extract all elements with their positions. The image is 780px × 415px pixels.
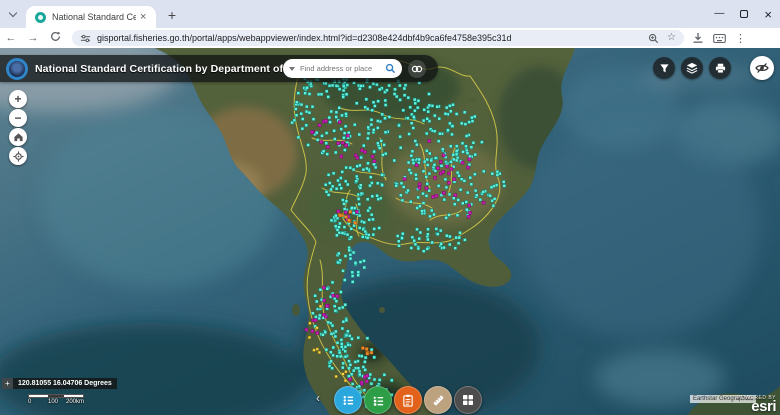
island-samui — [379, 307, 385, 313]
layers-icon — [686, 62, 698, 74]
my-location-button[interactable] — [9, 147, 27, 165]
coordinate-readout: + 120.81055 16.04706 Degrees — [2, 378, 117, 389]
esri-logo: Powered by esri — [737, 395, 776, 414]
share-link-button[interactable] — [408, 60, 426, 78]
tab-title: National Standard Certification — [52, 12, 136, 22]
printer-icon — [715, 63, 726, 74]
scale-label: 0 — [28, 399, 31, 405]
measurement-button[interactable] — [424, 386, 452, 414]
toolbar-right-icons: ⋮ — [692, 32, 746, 45]
legend-list-icon — [342, 394, 355, 407]
link-icon — [411, 65, 423, 73]
url-text[interactable]: gisportal.fisheries.go.th/portal/apps/we… — [97, 33, 648, 43]
reload-icon — [50, 31, 61, 42]
browser-menu-kebab-icon[interactable]: ⋮ — [735, 32, 746, 45]
zoom-page-icon[interactable] — [648, 33, 659, 44]
bookmark-star-icon[interactable]: ☆ — [667, 33, 676, 43]
home-icon — [13, 132, 24, 142]
widget-dock — [334, 386, 482, 414]
locate-crosshair-icon — [13, 151, 24, 162]
forward-button[interactable]: → — [22, 32, 44, 44]
map-stage: National Standard Certification by Depar… — [0, 48, 780, 415]
scale-segment — [64, 395, 83, 397]
tab-close-icon[interactable]: × — [140, 12, 146, 23]
browser-tab[interactable]: National Standard Certification × — [26, 6, 156, 28]
chevron-down-icon — [9, 9, 17, 17]
scale-segment — [29, 395, 48, 397]
eye-slash-icon — [755, 62, 769, 74]
toggle-visibility-button[interactable] — [750, 56, 774, 80]
search-tune-icon — [80, 33, 91, 44]
island — [467, 97, 477, 103]
filter-button[interactable] — [653, 57, 675, 79]
tab-strip: National Standard Certification × + — × — [0, 0, 780, 28]
print-button[interactable] — [709, 57, 731, 79]
zoom-out-button[interactable]: − — [9, 109, 27, 127]
scale-bar: 0 100 200km — [28, 394, 84, 406]
layer-list-button[interactable] — [364, 386, 392, 414]
map-canvas[interactable] — [0, 48, 780, 415]
zoom-in-button[interactable]: + — [9, 90, 27, 108]
scale-bar-graphic — [28, 394, 84, 398]
department-of-fisheries-logo — [6, 58, 28, 80]
reload-button[interactable] — [44, 31, 66, 45]
attribute-table-button[interactable] — [394, 386, 422, 414]
scale-label: 100 — [48, 399, 58, 405]
app-header: National Standard Certification by Depar… — [0, 55, 438, 82]
browser-toolbar: ← → gisportal.fisheries.go.th/portal/app… — [0, 28, 780, 48]
ruler-icon — [432, 394, 445, 407]
island-phuket — [292, 304, 300, 316]
window-close-button[interactable]: × — [764, 8, 772, 21]
layer-list-icon — [372, 394, 385, 407]
tab-search-chevron-icon[interactable] — [6, 8, 22, 22]
esri-wordmark: esri — [737, 401, 776, 414]
clipboard-icon — [402, 394, 414, 407]
new-tab-button[interactable]: + — [163, 6, 181, 24]
legend-button[interactable] — [334, 386, 362, 414]
coordinate-value: 120.81055 16.04706 Degrees — [13, 378, 117, 389]
basemap-gallery-button[interactable] — [454, 386, 482, 414]
home-button[interactable] — [9, 128, 27, 146]
window-maximize-button[interactable] — [740, 10, 748, 18]
omnibox-icons: ☆ — [648, 33, 676, 44]
search-source-caret-icon[interactable] — [289, 67, 295, 71]
search-magnifier-icon[interactable] — [385, 63, 396, 74]
window-controls: — × — [714, 0, 772, 28]
window-minimize-button[interactable]: — — [714, 9, 724, 19]
grid-icon — [462, 394, 474, 406]
coordinate-crosshair-icon[interactable]: + — [2, 378, 13, 389]
keyboard-icon[interactable] — [713, 33, 726, 44]
dock-collapse-button[interactable]: ‹ — [316, 391, 320, 405]
search-box[interactable] — [283, 59, 402, 78]
layers-button[interactable] — [681, 57, 703, 79]
download-icon[interactable] — [692, 32, 704, 44]
address-bar[interactable]: gisportal.fisheries.go.th/portal/apps/we… — [72, 30, 684, 46]
scale-segment — [48, 395, 64, 397]
scale-label: 200km — [66, 399, 84, 405]
site-favicon — [35, 12, 46, 23]
browser-window: National Standard Certification × + — × … — [0, 0, 780, 415]
search-input[interactable] — [300, 64, 385, 73]
back-button[interactable]: ← — [0, 32, 22, 44]
filter-funnel-icon — [659, 63, 670, 74]
powered-by-label: Powered by — [737, 395, 776, 401]
